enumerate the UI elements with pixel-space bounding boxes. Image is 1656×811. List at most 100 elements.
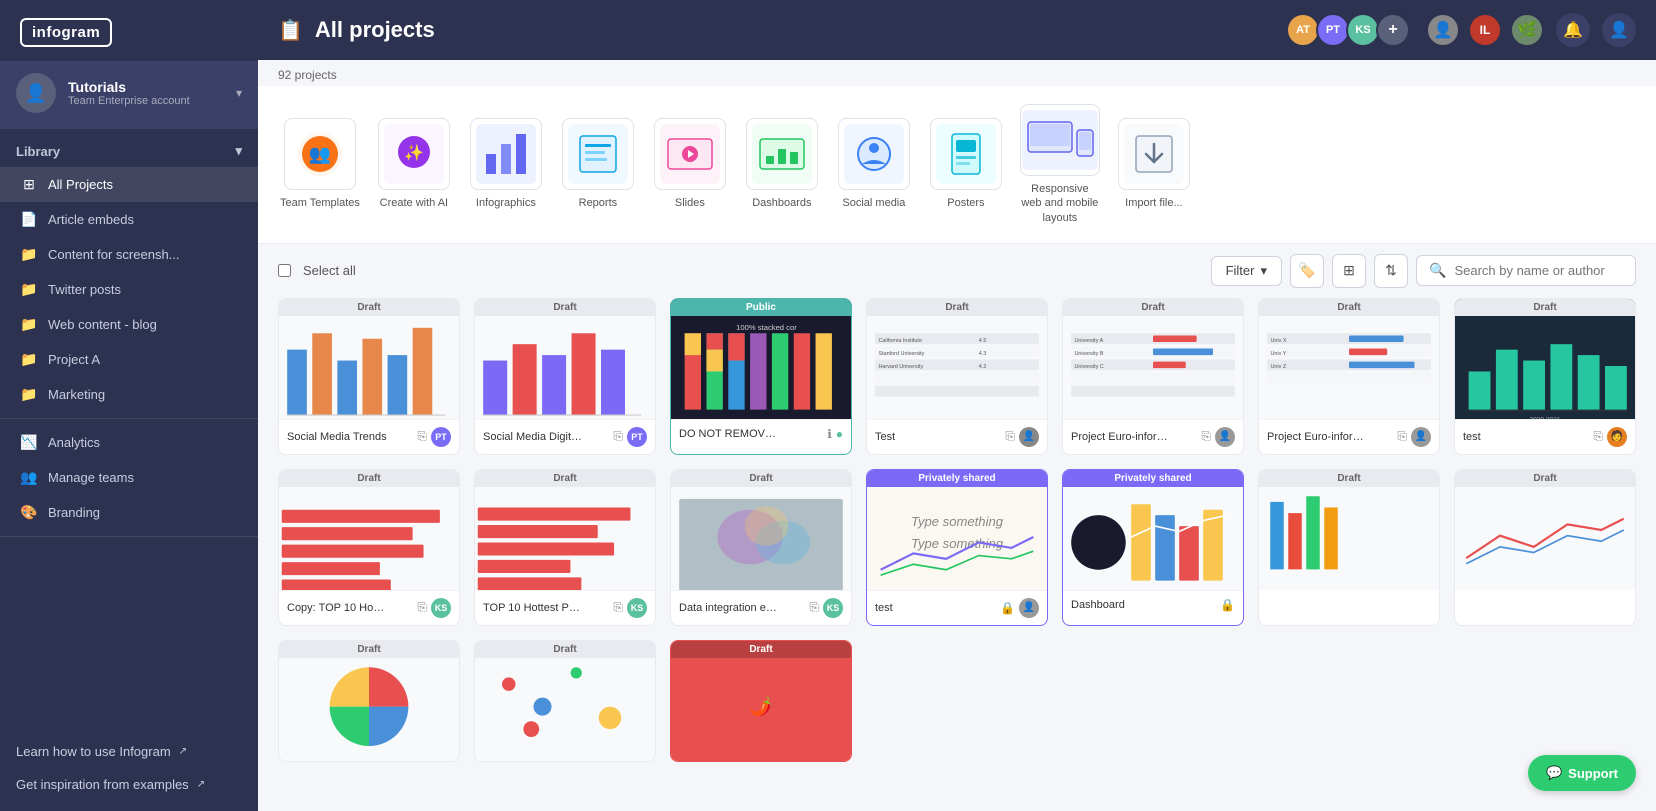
account-switcher[interactable]: 👤 Tutorials Team Enterprise account ▾ <box>0 61 258 129</box>
project-card-1[interactable]: Draft 2019 Social Media Trends ⎘ PT <box>278 298 460 455</box>
sidebar-item-marketing[interactable]: 📁 Marketing <box>0 377 258 412</box>
search-box[interactable]: 🔍 <box>1416 255 1636 286</box>
card-avatar-ks10: KS <box>823 598 843 618</box>
project-card-8[interactable]: Draft Copy: TOP 10 Hotte... ⎘ KS <box>278 469 460 626</box>
template-item-reports[interactable]: Reports <box>554 110 642 218</box>
copy-icon[interactable]: ⎘ <box>1397 429 1407 444</box>
header: 📋 All projects AT PT KS + 👤 IL 🌿 🔔 👤 <box>258 0 1656 60</box>
inspiration-link[interactable]: Get inspiration from examples ↗ <box>0 768 258 801</box>
project-card-14[interactable]: Draft <box>1454 469 1636 626</box>
project-card-3[interactable]: Public 100% stacked cor DO NO <box>670 298 852 455</box>
sidebar-item-branding[interactable]: 🎨 Branding <box>0 495 258 530</box>
template-item-import[interactable]: Import file... <box>1110 110 1198 218</box>
project-card-6[interactable]: Draft Univ X Univ Y Univ Z Project Euro-… <box>1258 298 1440 455</box>
grid-view-button[interactable]: ⊞ <box>1332 254 1366 288</box>
notifications-button[interactable]: 🔔 <box>1556 13 1590 47</box>
filter-button[interactable]: Filter ▾ <box>1211 256 1282 286</box>
user-photo-2[interactable]: IL <box>1468 13 1502 47</box>
template-item-responsive[interactable]: Responsive web and mobile layouts <box>1014 96 1106 233</box>
sidebar-item-analytics[interactable]: 📉 Analytics <box>0 425 258 460</box>
svg-text:Univ Y: Univ Y <box>1270 351 1286 357</box>
svg-text:Harvard University: Harvard University <box>878 364 923 370</box>
folder-icon: 📄 <box>20 211 38 228</box>
sidebar-item-label: All Projects <box>48 177 113 192</box>
card-badge-draft: Draft <box>279 299 459 316</box>
project-card-17[interactable]: Draft 🌶️ <box>670 640 852 762</box>
card-preview-3: Public 100% stacked cor <box>671 299 851 419</box>
copy-icon[interactable]: ⎘ <box>809 600 819 615</box>
sidebar-item-label: Web content - blog <box>48 317 157 332</box>
svg-text:4.2: 4.2 <box>979 364 987 370</box>
sidebar-item-content-screenshots[interactable]: 📁 Content for screensh... <box>0 237 258 272</box>
header-right: AT PT KS + 👤 IL 🌿 🔔 👤 <box>1286 13 1636 47</box>
project-card-13[interactable]: Draft <box>1258 469 1440 626</box>
search-input[interactable] <box>1454 263 1614 278</box>
card-name-12: Dashboard <box>1071 599 1125 611</box>
project-card-7[interactable]: Draft 2020 2021 test ⎘ 🧑 <box>1454 298 1636 455</box>
card-name-8: Copy: TOP 10 Hotte... <box>287 602 387 614</box>
sort-button[interactable]: ⇅ <box>1374 254 1408 288</box>
project-card-5[interactable]: Draft University A University B Universi… <box>1062 298 1244 455</box>
project-card-9[interactable]: Draft TOP 10 Hottest Pep... ⎘ KS <box>474 469 656 626</box>
sidebar-item-project-a[interactable]: 📁 Project A <box>0 342 258 377</box>
card-actions-6: ⎘ 👤 <box>1397 427 1431 447</box>
card-footer-5: Project Euro-inform... ⎘ 👤 <box>1063 419 1243 454</box>
card-preview-17: Draft 🌶️ <box>671 641 851 761</box>
user-avatar-more[interactable]: + <box>1376 13 1410 47</box>
template-item-social-media[interactable]: Social media <box>830 110 918 218</box>
tag-icon-button[interactable]: 🏷️ <box>1290 254 1324 288</box>
copy-icon[interactable]: ⎘ <box>1201 429 1211 444</box>
profile-button[interactable]: 👤 <box>1602 13 1636 47</box>
support-button[interactable]: 💬 Support <box>1528 755 1636 791</box>
template-item-infographics[interactable]: Infographics <box>462 110 550 218</box>
user-photo-1[interactable]: 👤 <box>1426 13 1460 47</box>
select-all-checkbox[interactable] <box>278 264 291 277</box>
project-card-12[interactable]: Privately shared Dashboard 🔒 <box>1062 469 1244 626</box>
projects-grid: Draft 2019 Social Media Trends ⎘ PT <box>258 298 1656 811</box>
copy-icon[interactable]: ⎘ <box>613 429 623 444</box>
card-badge-draft: Draft <box>1063 299 1243 316</box>
lock-icon[interactable]: 🔒 <box>1000 601 1015 615</box>
library-section-header[interactable]: Library ▾ <box>0 129 258 167</box>
project-card-11[interactable]: Privately shared Type something Type som… <box>866 469 1048 626</box>
copy-icon[interactable]: ⎘ <box>417 429 427 444</box>
template-item-slides[interactable]: Slides <box>646 110 734 218</box>
svg-text:4.3: 4.3 <box>979 351 987 357</box>
template-icon-posters <box>930 118 1002 190</box>
user-avatar-ks[interactable]: KS <box>1346 13 1380 47</box>
sidebar-item-web-content[interactable]: 📁 Web content - blog <box>0 307 258 342</box>
copy-icon[interactable]: ⎘ <box>613 600 623 615</box>
card-footer-2: Social Media Digital... ⎘ PT <box>475 419 655 454</box>
template-item-posters[interactable]: Posters <box>922 110 1010 218</box>
card-preview-7: Draft 2020 2021 <box>1455 299 1635 419</box>
lock-icon[interactable]: 🔒 <box>1220 598 1235 612</box>
logo[interactable]: infogram <box>20 18 112 47</box>
sidebar-item-all-projects[interactable]: ⊞ All Projects <box>0 167 258 202</box>
project-card-16[interactable]: Draft <box>474 640 656 762</box>
copy-icon[interactable]: ⎘ <box>417 600 427 615</box>
card-actions-9: ⎘ KS <box>613 598 647 618</box>
sidebar-item-label: Analytics <box>48 435 100 450</box>
info-icon[interactable]: ℹ <box>827 427 832 441</box>
template-item-create-ai[interactable]: ✨ Create with AI <box>370 110 458 218</box>
sidebar-item-article-embeds[interactable]: 📄 Article embeds <box>0 202 258 237</box>
card-avatar-11: 👤 <box>1019 598 1039 618</box>
template-icon-ai: ✨ <box>378 118 450 190</box>
sidebar-logo-area: infogram <box>0 0 258 61</box>
template-item-dashboards[interactable]: Dashboards <box>738 110 826 218</box>
sidebar-item-twitter-posts[interactable]: 📁 Twitter posts <box>0 272 258 307</box>
copy-icon[interactable]: ⎘ <box>1005 429 1015 444</box>
user-avatar-pt[interactable]: PT <box>1316 13 1350 47</box>
project-card-4[interactable]: Draft California Institute 4.5 Stanford … <box>866 298 1048 455</box>
project-card-2[interactable]: Draft Social Media Digital... ⎘ PT <box>474 298 656 455</box>
user-avatar-at[interactable]: AT <box>1286 13 1320 47</box>
user-avatars: AT PT KS + <box>1286 13 1410 47</box>
sidebar-item-manage-teams[interactable]: 👥 Manage teams <box>0 460 258 495</box>
project-card-10[interactable]: Draft Data integration ex... ⎘ KS <box>670 469 852 626</box>
copy-icon[interactable]: ⎘ <box>1593 429 1603 444</box>
project-card-15[interactable]: Draft <box>278 640 460 762</box>
template-item-team-templates[interactable]: 👥 Team Templates <box>274 110 366 218</box>
user-photo-3[interactable]: 🌿 <box>1510 13 1544 47</box>
sidebar-item-label: Marketing <box>48 387 105 402</box>
learn-link[interactable]: Learn how to use Infogram ↗ <box>0 735 258 768</box>
